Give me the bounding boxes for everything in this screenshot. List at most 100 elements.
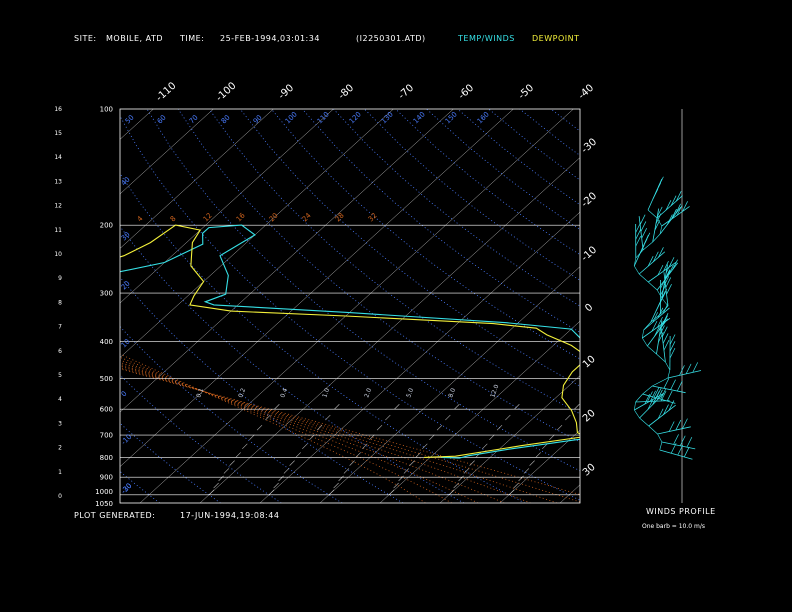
mixing-ratio-dash [549, 434, 555, 440]
mixing-ratio-dash [453, 482, 459, 489]
moist-adiabat [120, 356, 452, 503]
mixing-ratio-dash [334, 404, 340, 410]
height-tick-label: 3 [58, 420, 62, 427]
wind-barb-link [647, 209, 658, 219]
wind-barb-flag [665, 200, 672, 211]
moist-adiabat-label: 12 [202, 211, 214, 223]
mixing-ratio-dash [355, 452, 361, 458]
height-tick-label: 10 [54, 251, 62, 258]
moist-adiabat-label: 28 [334, 211, 346, 223]
height-tick-label: 16 [54, 106, 62, 113]
plot-frame [119, 108, 581, 504]
isotherm-line [740, 109, 792, 503]
wind-barb-flag [665, 277, 672, 288]
wind-barb-flag [658, 247, 664, 258]
pressure-tick-label: 700 [100, 432, 113, 440]
height-tick-label: 5 [58, 372, 62, 379]
wind-barb-flag [685, 363, 692, 375]
mixing-ratio-dash [333, 482, 339, 489]
moist-adiabat-label: 8 [169, 215, 178, 224]
mixing-ratio-dash [514, 404, 520, 410]
wind-barb-link [648, 425, 658, 435]
pressure-tick-label: 100 [100, 106, 113, 114]
height-tick-label: 0 [58, 493, 62, 500]
mixing-ratio-dash [283, 468, 290, 474]
isotherm-line [259, 211, 580, 503]
isotherm-right-label: -10 [580, 245, 600, 264]
wind-barb-flag [662, 303, 669, 314]
mixing-ratio-dash [249, 434, 255, 440]
isotherm-right-label: 30 [581, 462, 598, 479]
mixing-ratio-dash [316, 424, 323, 431]
mixing-ratio-dash [394, 404, 400, 410]
axis-labels: 1002003004005006007008009001000105001234… [54, 80, 599, 508]
dry-adiabat [177, 109, 580, 443]
mixing-ratio-dash [208, 489, 215, 496]
mixing-ratio-dash [218, 475, 224, 482]
wind-barb-flag [660, 390, 667, 402]
wind-barb-link [656, 353, 666, 363]
wind-barb-staff [661, 441, 696, 450]
mixing-ratio-dash [574, 404, 580, 410]
mixing-ratio-dash [565, 414, 571, 421]
mixing-ratio-dash [302, 443, 308, 450]
wind-barb-link [638, 273, 649, 283]
moist-adiabat [120, 368, 580, 495]
mixing-ratio-dash [328, 489, 335, 496]
dry-adiabat-label: 150 [444, 110, 459, 125]
isotherm-line [120, 109, 214, 195]
mixing-ratio-dash [268, 489, 275, 496]
wind-barb-flag [692, 362, 699, 373]
wind-barb-flag [639, 214, 646, 225]
mixing-ratio-dash [278, 475, 284, 482]
isotherm-top-label: -50 [517, 83, 537, 102]
mixing-ratio-label: 5.0 [405, 387, 415, 399]
wind-barb-link [665, 361, 671, 371]
wind-barb-flag [652, 251, 659, 262]
moist-adiabat [120, 361, 505, 503]
height-tick-label: 1 [58, 469, 62, 476]
dry-adiabat [120, 422, 221, 503]
wind-barb-staff [648, 404, 676, 427]
dry-adiabat-label: 50 [124, 113, 136, 125]
wind-barb-flag [644, 232, 651, 243]
pressure-tick-label: 200 [100, 222, 113, 230]
pressure-tick-label: 600 [100, 406, 113, 414]
dry-adiabat-label: 160 [476, 110, 491, 125]
dry-adiabat-label: 130 [380, 110, 395, 125]
pressure-tick-label: 300 [100, 290, 113, 298]
dry-adiabat-label: -10 [120, 433, 134, 447]
dry-adiabat [519, 109, 580, 156]
mixing-ratio-dash [508, 489, 515, 496]
isotherm-line [199, 157, 580, 503]
mixing-ratio-dash [529, 460, 535, 466]
dry-adiabat [120, 276, 404, 503]
mixing-ratio-dash [409, 460, 415, 466]
wind-barb-flag [683, 446, 690, 458]
wind-barb-flag [679, 435, 686, 446]
mixing-ratio-dash [556, 424, 563, 431]
dry-adiabat [120, 172, 525, 503]
mixing-ratio-dash [458, 475, 464, 482]
wind-barb-staff [661, 206, 690, 227]
isotherm-right-label: 10 [581, 354, 598, 371]
dry-adiabat-label: 60 [156, 113, 168, 125]
height-tick-label: 8 [58, 299, 62, 306]
dry-adiabat [364, 109, 580, 281]
wind-barb-flag [686, 436, 693, 448]
isotherm-right-label: -20 [580, 191, 600, 210]
wind-barb-flag [666, 284, 672, 295]
moist-adiabat-label: 4 [136, 214, 145, 223]
dry-adiabat-label: 140 [412, 110, 427, 125]
height-tick-label: 4 [58, 396, 62, 403]
mixing-ratio-dash [482, 443, 488, 450]
wind-barb-link [634, 401, 636, 411]
isotherm-line [120, 109, 334, 304]
dry-adiabat-label: 110 [316, 110, 331, 125]
wind-barb-flag [682, 418, 688, 429]
dry-adiabat-label: -30 [120, 482, 134, 496]
dry-adiabat [426, 109, 580, 230]
wind-barb-link [633, 265, 640, 275]
mixing-ratio-label: 12.0 [489, 384, 500, 399]
height-tick-label: 12 [54, 203, 62, 210]
